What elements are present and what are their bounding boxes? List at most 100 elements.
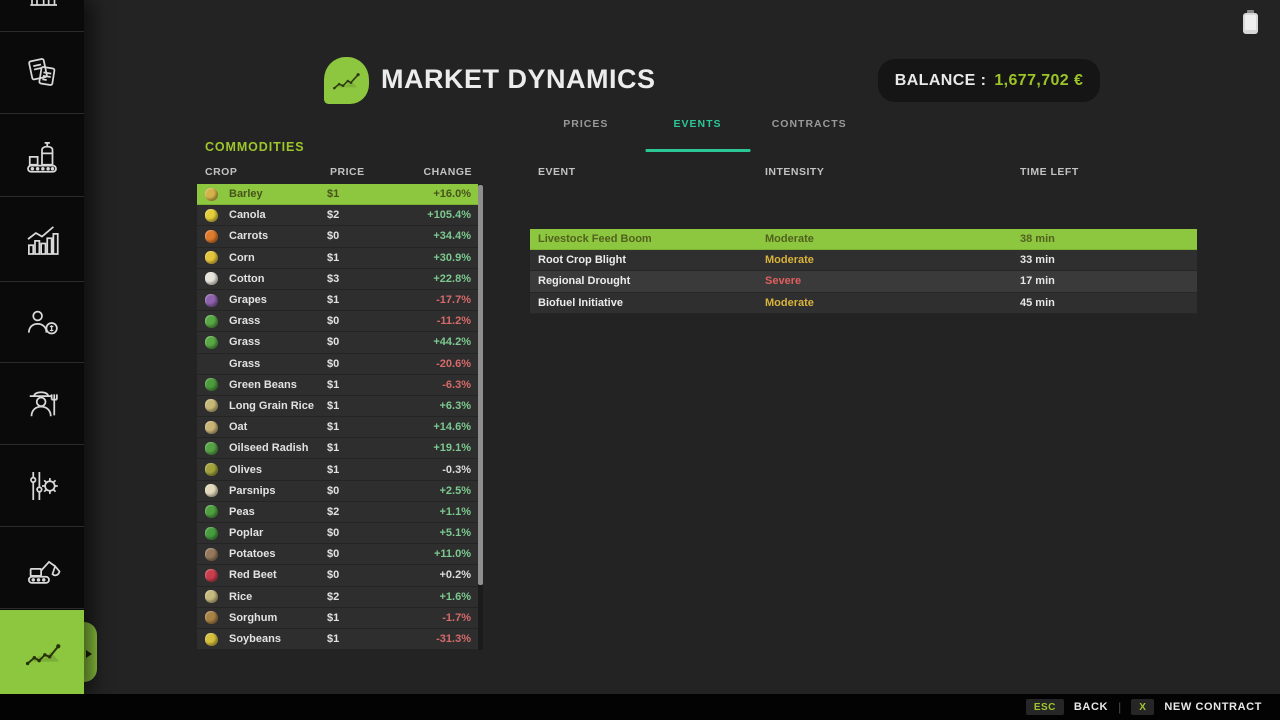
crop-name: Grass — [229, 315, 327, 327]
tab-contracts[interactable]: CONTRACTS — [753, 118, 865, 152]
commodity-row[interactable]: Potatoes$0+11.0% — [197, 544, 483, 565]
commodity-row[interactable]: Poplar$0+5.1% — [197, 523, 483, 544]
event-row[interactable]: Biofuel InitiativeModerate45 min — [530, 293, 1197, 314]
crop-icon — [205, 463, 218, 476]
commodity-row[interactable]: Oat$1+14.6% — [197, 417, 483, 438]
crop-icon — [205, 484, 218, 497]
crop-change: +0.2% — [397, 569, 471, 581]
crop-price: $3 — [327, 273, 397, 285]
sidebar-item-market-dynamics[interactable] — [0, 610, 84, 694]
tabs: PRICESEVENTSCONTRACTS — [530, 118, 865, 152]
crop-change: +22.8% — [397, 273, 471, 285]
sidebar-item-top-partial[interactable] — [0, 0, 84, 32]
commodity-row[interactable]: Rice$2+1.6% — [197, 587, 483, 608]
sidebar-item-construction[interactable] — [0, 528, 84, 609]
commodity-row[interactable]: Grass$0+44.2% — [197, 332, 483, 353]
scrollbar-thumb[interactable] — [478, 185, 483, 585]
event-row[interactable]: Root Crop BlightModerate33 min — [530, 250, 1197, 271]
commodity-row[interactable]: Soybeans$1-31.3% — [197, 629, 483, 650]
crop-icon — [205, 315, 218, 328]
events-table: Livestock Feed BoomModerate38 minRoot Cr… — [530, 229, 1197, 314]
crop-icon — [205, 505, 218, 518]
crop-change: +16.0% — [397, 188, 471, 200]
crop-price: $0 — [327, 527, 397, 539]
commodity-row[interactable]: Grapes$1-17.7% — [197, 290, 483, 311]
statistics-icon — [21, 219, 63, 261]
market-dynamics-screen: MARKET DYNAMICS BALANCE : 1,677,702 € PR… — [0, 0, 1280, 720]
commodity-row[interactable]: Corn$1+30.9% — [197, 248, 483, 269]
crop-change: +5.1% — [397, 527, 471, 539]
crop-price: $1 — [327, 294, 397, 306]
crop-price: $2 — [327, 506, 397, 518]
market-trend-icon — [19, 629, 65, 675]
crop-icon — [205, 188, 218, 201]
back-button[interactable]: BACK — [1074, 701, 1108, 713]
event-intensity: Moderate — [765, 254, 1020, 266]
commodity-row[interactable]: Olives$1-0.3% — [197, 459, 483, 480]
sidebar-item-settings[interactable] — [0, 446, 84, 527]
crop-price: $1 — [327, 633, 397, 645]
crop-icon — [205, 633, 218, 646]
farmer-icon — [21, 383, 63, 425]
new-contract-button[interactable]: NEW CONTRACT — [1164, 701, 1262, 713]
crop-icon — [205, 421, 218, 434]
crop-name: Sorghum — [229, 612, 327, 624]
commodity-row[interactable]: Grass$0-20.6% — [197, 354, 483, 375]
crop-name: Corn — [229, 252, 327, 264]
commodity-row[interactable]: Barley$1+16.0% — [197, 184, 483, 205]
event-time-left: 45 min — [1020, 297, 1197, 309]
sidebar-item-statistics[interactable] — [0, 198, 84, 282]
sidebar-item-contracts[interactable] — [0, 33, 84, 114]
column-header-change: CHANGE — [380, 166, 472, 178]
event-row[interactable]: Livestock Feed BoomModerate38 min — [530, 229, 1197, 250]
crop-icon — [205, 336, 218, 349]
event-row[interactable]: Regional DroughtSevere17 min — [530, 271, 1197, 292]
crop-change: -20.6% — [397, 358, 471, 370]
battery-icon — [1243, 13, 1258, 34]
commodities-scrollbar[interactable] — [478, 184, 483, 650]
commodity-row[interactable]: Red Beet$0+0.2% — [197, 565, 483, 586]
crop-icon — [205, 272, 218, 285]
crop-change: +34.4% — [397, 230, 471, 242]
crop-price: $1 — [327, 252, 397, 264]
crop-change: +1.6% — [397, 591, 471, 603]
crop-name: Grapes — [229, 294, 327, 306]
commodity-row[interactable]: Canola$2+105.4% — [197, 205, 483, 226]
commodity-row[interactable]: Oilseed Radish$1+19.1% — [197, 438, 483, 459]
commodity-row[interactable]: Green Beans$1-6.3% — [197, 375, 483, 396]
logo-trend-icon — [328, 62, 366, 100]
column-header-time-left: TIME LEFT — [1020, 166, 1079, 178]
sidebar-item-workers[interactable] — [0, 364, 84, 445]
commodity-row[interactable]: Sorghum$1-1.7% — [197, 608, 483, 629]
commodity-row[interactable]: Long Grain Rice$1+6.3% — [197, 396, 483, 417]
crop-change: -6.3% — [397, 379, 471, 391]
commodity-row[interactable]: Peas$2+1.1% — [197, 502, 483, 523]
sidebar-item-production[interactable] — [0, 115, 84, 197]
commodity-row[interactable]: Cotton$3+22.8% — [197, 269, 483, 290]
commodity-row[interactable]: Grass$0-11.2% — [197, 311, 483, 332]
tab-events[interactable]: EVENTS — [642, 118, 754, 152]
commodity-row[interactable]: Parsnips$0+2.5% — [197, 481, 483, 502]
column-header-price: PRICE — [330, 166, 365, 178]
crop-icon — [205, 251, 218, 264]
esc-keycap: ESC — [1026, 699, 1064, 715]
event-time-left: 33 min — [1020, 254, 1197, 266]
crop-change: -1.7% — [397, 612, 471, 624]
crop-name: Carrots — [229, 230, 327, 242]
balance-pill: BALANCE : 1,677,702 € — [878, 59, 1100, 102]
commodity-row[interactable]: Carrots$0+34.4% — [197, 226, 483, 247]
sidebar-item-finances[interactable] — [0, 283, 84, 363]
crop-name: Red Beet — [229, 569, 327, 581]
tab-prices[interactable]: PRICES — [530, 118, 642, 152]
crop-icon — [205, 209, 218, 222]
crop-icon — [205, 230, 218, 243]
crop-name: Parsnips — [229, 485, 327, 497]
crop-name: Peas — [229, 506, 327, 518]
event-name: Regional Drought — [538, 275, 765, 287]
event-intensity: Severe — [765, 275, 1020, 287]
crop-name: Grass — [229, 358, 327, 370]
bottom-hint-bar: ESC BACK | X NEW CONTRACT — [0, 694, 1280, 720]
crop-name: Green Beans — [229, 379, 327, 391]
active-item-caret — [86, 650, 92, 658]
market-dynamics-logo — [324, 57, 369, 104]
